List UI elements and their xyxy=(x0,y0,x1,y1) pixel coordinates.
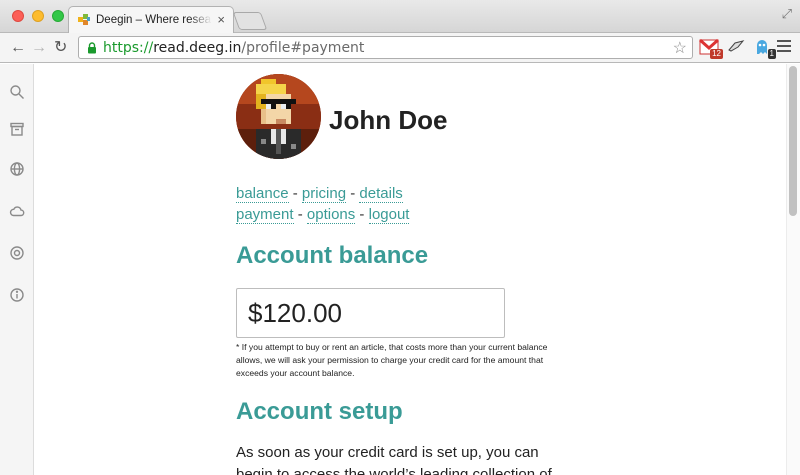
cloud-icon[interactable] xyxy=(0,197,33,225)
new-tab-button[interactable] xyxy=(232,12,268,30)
nav-link-balance[interactable]: balance xyxy=(236,185,289,203)
nav-separator: - xyxy=(346,185,360,202)
forward-icon[interactable]: → xyxy=(31,38,47,58)
scrollbar-thumb[interactable] xyxy=(789,66,797,216)
fullscreen-icon[interactable]: ⤢ xyxy=(782,6,792,22)
browser-menu-icon[interactable] xyxy=(777,40,791,55)
account-setup-paragraph: As soon as your credit card is set up, y… xyxy=(236,444,552,475)
url-text[interactable]: https://read.deeg.in/profile#payment xyxy=(103,40,364,56)
puzzle-favicon-icon xyxy=(78,14,90,25)
balance-display: $120.00 xyxy=(236,288,505,338)
nav-link-payment[interactable]: payment xyxy=(236,206,294,224)
left-sidebar xyxy=(0,64,34,475)
nav-separator: - xyxy=(288,185,302,202)
nav-separator: - xyxy=(293,206,307,223)
profile-nav-row-1: balance - pricing - details xyxy=(236,183,556,204)
account-setup-heading: Account setup xyxy=(236,398,403,425)
lock-icon xyxy=(88,42,96,54)
url-scheme: https:// xyxy=(103,40,154,56)
bookmark-star-icon[interactable]: ☆ xyxy=(673,38,687,58)
gmail-extension-icon[interactable]: 12 xyxy=(699,37,723,59)
account-balance-heading: Account balance xyxy=(236,242,429,269)
archive-icon[interactable] xyxy=(0,115,33,143)
profile-name: John Doe xyxy=(329,105,448,135)
minimize-window-button[interactable] xyxy=(32,10,44,22)
ghost-badge: 1 xyxy=(767,49,776,59)
browser-tab[interactable]: Deegin – Where research g × xyxy=(68,6,234,34)
nav-link-pricing[interactable]: pricing xyxy=(301,185,347,203)
url-path: /profile#payment xyxy=(241,40,365,56)
profile-header: John Doe xyxy=(236,74,556,160)
balance-note: * If you attempt to buy or rent an artic… xyxy=(236,342,548,378)
nav-link-options[interactable]: options xyxy=(306,206,356,224)
globe-icon[interactable] xyxy=(0,155,33,183)
nav-link-details[interactable]: details xyxy=(359,185,403,203)
browser-toolbar: ← → ↻ https://read.deeg.in/profile#payme… xyxy=(0,33,800,63)
ghost-extension-icon[interactable]: 1 xyxy=(752,37,776,59)
reload-icon[interactable]: ↻ xyxy=(54,38,67,58)
nav-separator: - xyxy=(355,206,369,223)
tab-title: Deegin – Where research g xyxy=(96,14,212,26)
nav-link-logout[interactable]: logout xyxy=(368,206,410,224)
help-icon[interactable] xyxy=(0,239,33,267)
gmail-badge: 12 xyxy=(710,49,723,59)
profile-nav: balance - pricing - details payment - op… xyxy=(236,183,556,225)
profile-nav-row-2: payment - options - logout xyxy=(236,204,556,225)
address-bar[interactable]: https://read.deeg.in/profile#payment ☆ xyxy=(78,36,693,59)
close-window-button[interactable] xyxy=(12,10,24,22)
url-host: read.deeg.in xyxy=(153,40,242,56)
avatar xyxy=(236,74,321,159)
bird-extension-icon[interactable] xyxy=(726,37,746,57)
browser-titlebar: Deegin – Where research g × ⤢ xyxy=(0,0,800,34)
zoom-window-button[interactable] xyxy=(52,10,64,22)
balance-value: $120.00 xyxy=(248,298,342,328)
back-icon[interactable]: ← xyxy=(10,38,26,58)
info-icon[interactable] xyxy=(0,281,33,309)
search-icon[interactable] xyxy=(0,78,33,106)
close-tab-icon[interactable]: × xyxy=(217,12,225,27)
